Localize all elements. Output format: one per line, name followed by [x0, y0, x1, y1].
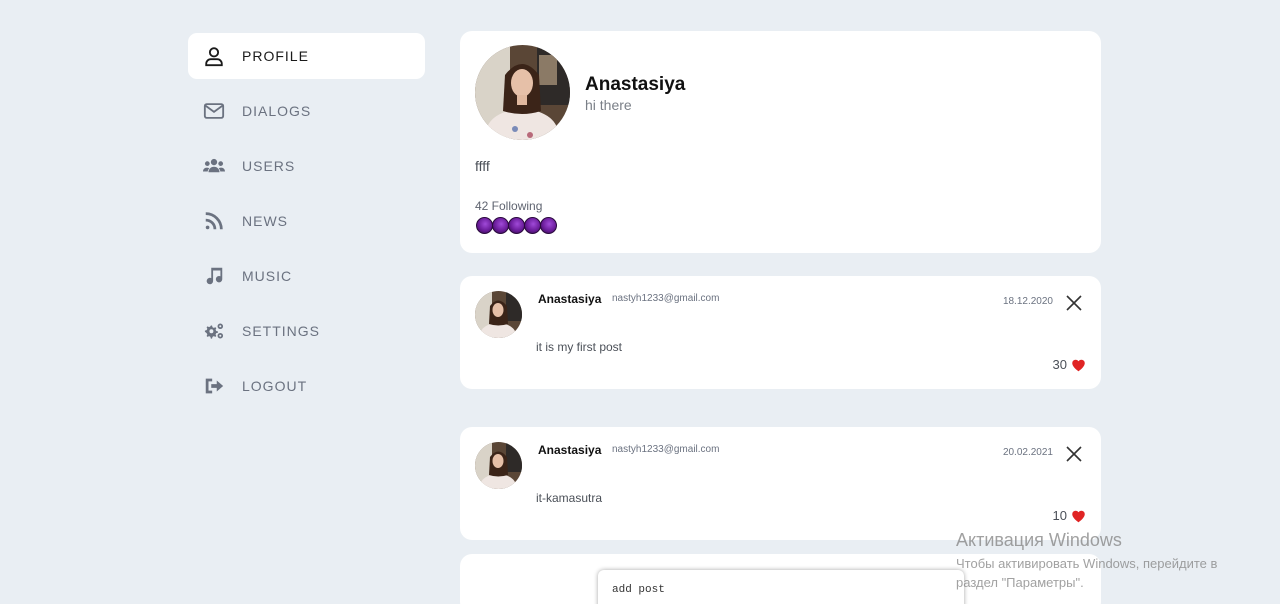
like-count: 10 — [1052, 508, 1067, 523]
heart-icon — [1072, 510, 1085, 522]
post-text: it is my first post — [536, 340, 623, 354]
sidebar-item-label: DIALOGS — [242, 103, 312, 119]
post-email: nastyh1233@gmail.com — [612, 293, 720, 304]
sidebar-item-logout[interactable]: LOGOUT — [188, 363, 425, 409]
sidebar-item-label: SETTINGS — [242, 323, 321, 339]
post-text: it-kamasutra — [536, 491, 603, 505]
sidebar-nav: PROFILE DIALOGS USERS NEWS MUSIC SETTING… — [188, 33, 425, 418]
user-icon — [202, 44, 226, 68]
post-avatar — [475, 442, 522, 489]
sidebar-item-label: NEWS — [242, 213, 288, 229]
profile-status[interactable]: hi there — [585, 97, 632, 113]
post-date: 20.02.2021 — [1002, 447, 1053, 458]
sidebar-item-settings[interactable]: SETTINGS — [188, 308, 425, 354]
following-count[interactable]: 42 Following — [475, 199, 542, 213]
post-email: nastyh1233@gmail.com — [612, 444, 720, 455]
following-avatar[interactable] — [492, 217, 509, 234]
close-icon — [1066, 295, 1082, 311]
post-avatar — [475, 291, 522, 338]
like-count: 30 — [1052, 357, 1067, 372]
sidebar-item-music[interactable]: MUSIC — [188, 253, 425, 299]
watermark-text: Чтобы активировать Windows, перейдите в … — [956, 556, 1218, 590]
post-date: 18.12.2020 — [1002, 296, 1053, 307]
sidebar-item-label: LOGOUT — [242, 378, 308, 394]
profile-avatar — [475, 45, 570, 140]
post-author: Anastasiya — [538, 292, 602, 306]
profile-card: Anastasiya hi there ffff 42 Following — [460, 31, 1101, 253]
like-button[interactable]: 10 — [1053, 508, 1086, 523]
gears-icon — [202, 319, 226, 343]
profile-about: ffff — [475, 158, 490, 174]
following-avatar[interactable] — [508, 217, 525, 234]
sidebar-item-label: PROFILE — [242, 48, 309, 64]
sidebar-item-news[interactable]: NEWS — [188, 198, 425, 244]
app-page: PROFILE DIALOGS USERS NEWS MUSIC SETTING… — [0, 0, 1280, 604]
rss-icon — [202, 209, 226, 233]
sidebar-item-label: USERS — [242, 158, 296, 174]
profile-name: Anastasiya — [585, 74, 686, 95]
windows-activation-watermark: Активация Windows Чтобы активировать Win… — [956, 530, 1256, 592]
post-author: Anastasiya — [538, 443, 602, 457]
following-avatar[interactable] — [476, 217, 493, 234]
following-avatar[interactable] — [524, 217, 541, 234]
post-card: Anastasiya nastyh1233@gmail.com 18.12.20… — [460, 276, 1101, 389]
logout-icon — [202, 374, 226, 398]
users-icon — [202, 154, 226, 178]
add-post-input[interactable] — [598, 570, 964, 604]
like-button[interactable]: 30 — [1053, 357, 1086, 372]
envelope-icon — [202, 99, 226, 123]
delete-post-button[interactable] — [1065, 294, 1083, 312]
sidebar-item-dialogs[interactable]: DIALOGS — [188, 88, 425, 134]
sidebar-item-users[interactable]: USERS — [188, 143, 425, 189]
post-card: Anastasiya nastyh1233@gmail.com 20.02.20… — [460, 427, 1101, 540]
sidebar-item-profile[interactable]: PROFILE — [188, 33, 425, 79]
watermark-title: Активация Windows — [956, 530, 1122, 550]
heart-icon — [1072, 359, 1085, 371]
following-avatars — [476, 217, 557, 234]
following-avatar[interactable] — [540, 217, 557, 234]
music-note-icon — [202, 264, 226, 288]
close-icon — [1066, 446, 1082, 462]
sidebar-item-label: MUSIC — [242, 268, 293, 284]
delete-post-button[interactable] — [1065, 445, 1083, 463]
